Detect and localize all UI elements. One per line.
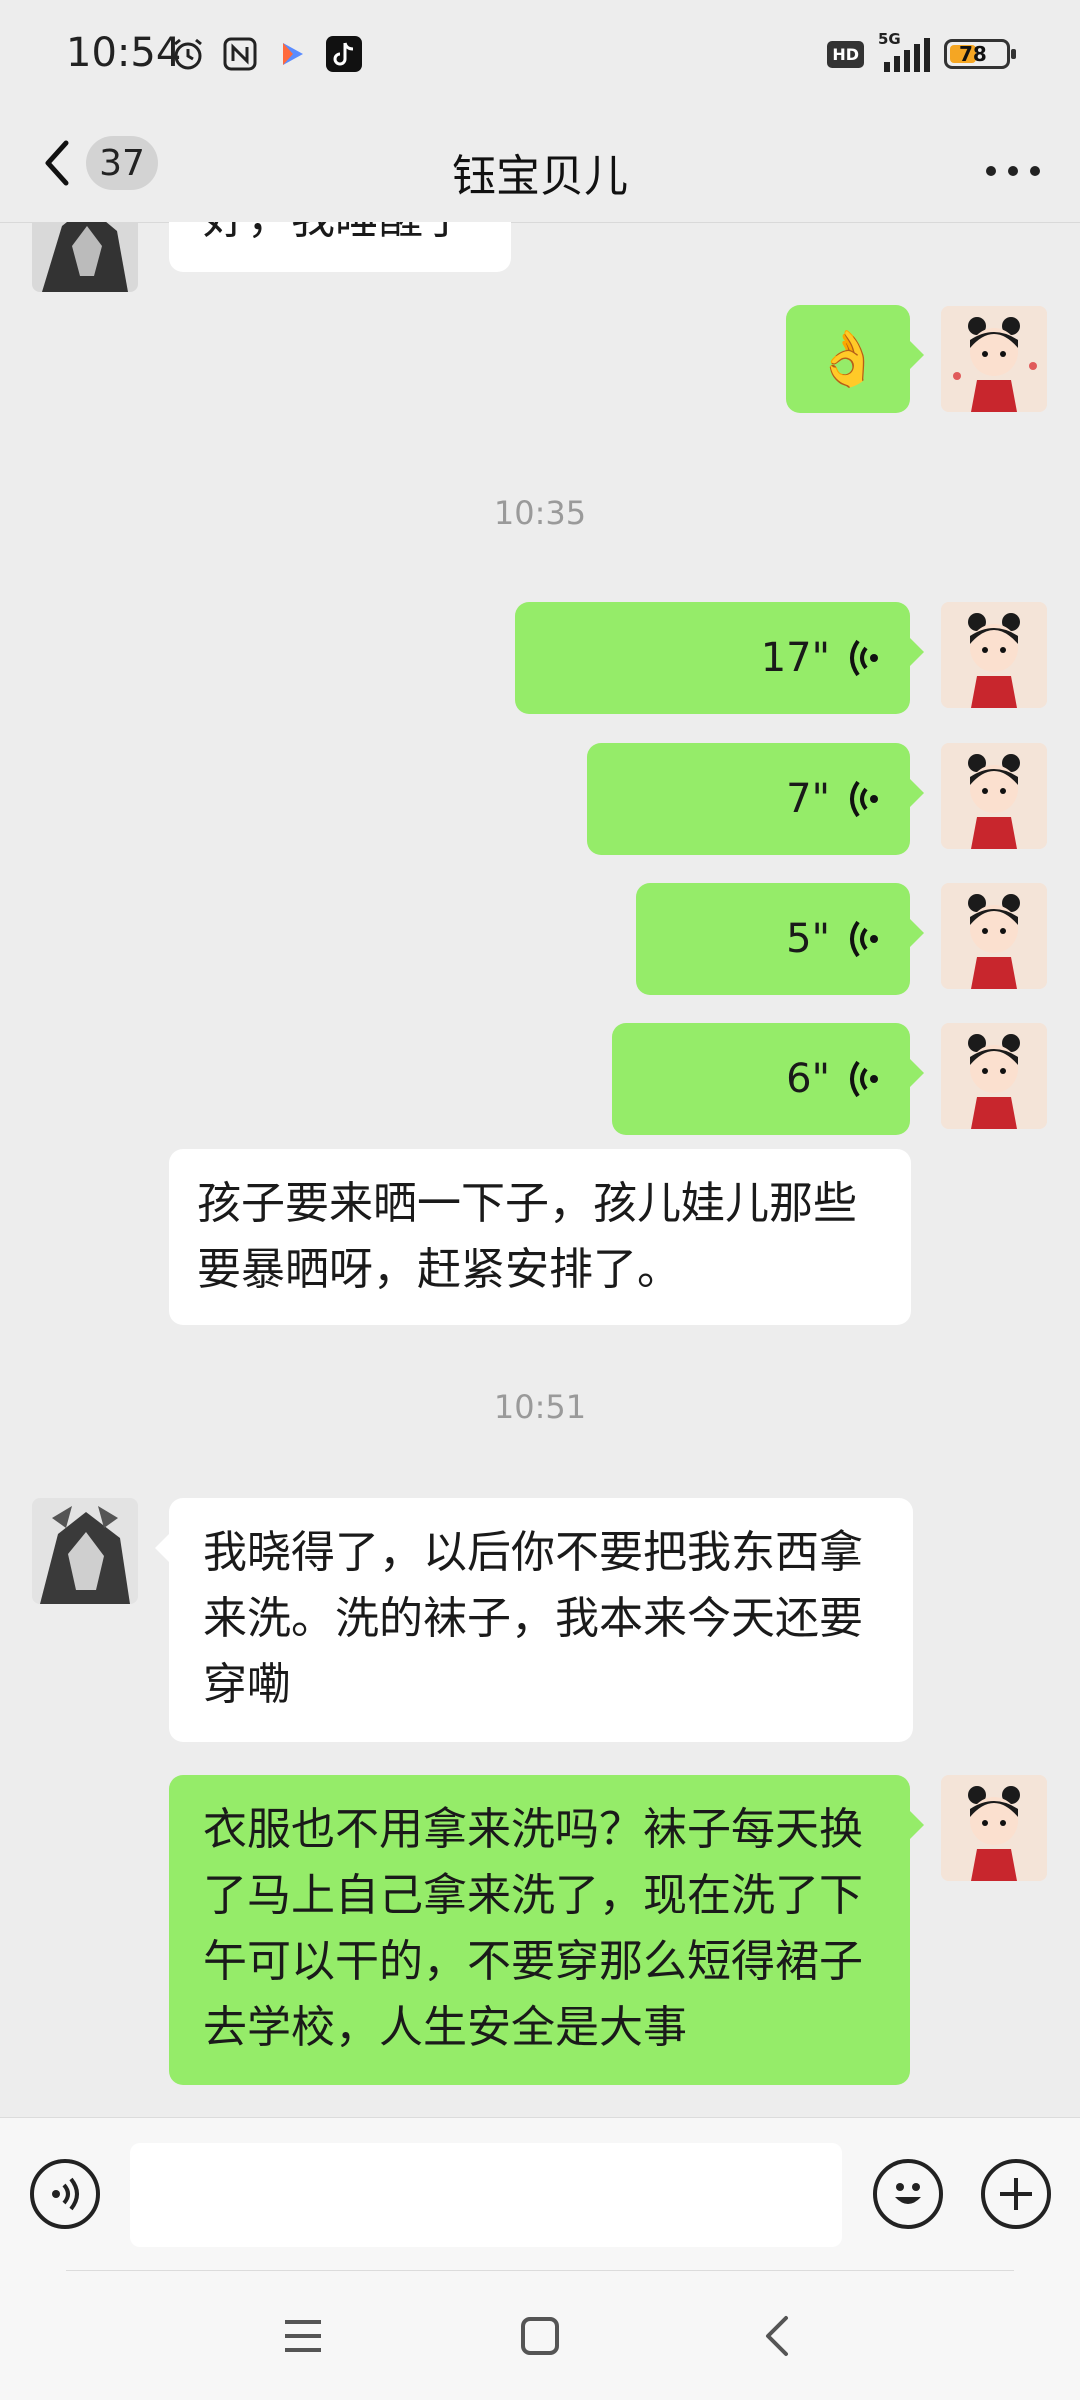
status-bar: 10:54 HD 5G 78 (0, 0, 1080, 116)
more-dot-icon (986, 166, 996, 176)
network-type: 5G (878, 30, 901, 48)
plus-icon (1000, 2178, 1032, 2210)
message-bubble-incoming[interactable]: 孩子要来晒一下子，孩儿娃儿那些要暴晒呀，赶紧安排了。 (169, 1149, 911, 1325)
voice-message-bubble[interactable]: 5" (636, 883, 924, 995)
back-arrow-icon (766, 2316, 788, 2356)
message-bubble-incoming[interactable]: 我晓得了，以后你不要把我东西拿来洗。洗的袜子，我本来今天还要穿嘞 (155, 1498, 913, 1742)
status-right-group: HD 5G 78 (827, 30, 1016, 72)
my-avatar[interactable] (941, 1775, 1047, 1881)
voice-duration: 17" (760, 635, 830, 681)
signal-icon: 5G (878, 30, 930, 72)
more-dot-icon (1008, 166, 1018, 176)
tiktok-icon (326, 36, 362, 72)
system-nav-bar (0, 2271, 1080, 2400)
voice-duration: 6" (786, 1056, 830, 1102)
input-bar (0, 2117, 1080, 2271)
contact-avatar[interactable] (32, 1498, 138, 1604)
chat-header: 37 钰宝贝儿 (0, 116, 1080, 223)
my-avatar[interactable] (941, 306, 1047, 412)
battery-level: 78 (959, 42, 987, 66)
voice-input-button[interactable] (30, 2159, 100, 2229)
nfc-icon (222, 36, 258, 72)
voice-wave-icon (850, 780, 878, 818)
smiley-icon (895, 2183, 921, 2204)
my-avatar[interactable] (941, 883, 1047, 989)
voice-message-bubble[interactable]: 6" (612, 1023, 924, 1135)
timestamp: 10:51 (493, 1388, 587, 1426)
voice-message-bubble[interactable]: 7" (587, 743, 924, 855)
voice-wave-icon (850, 1060, 878, 1098)
ok-hand-emoji: 👌 (814, 327, 882, 390)
my-avatar[interactable] (941, 602, 1047, 708)
more-functions-button[interactable] (981, 2159, 1051, 2229)
timestamp: 10:35 (493, 494, 587, 532)
status-time: 10:54 (66, 30, 182, 76)
voice-wave-icon (850, 920, 878, 958)
battery-icon: 78 (944, 39, 1016, 69)
my-avatar[interactable] (941, 743, 1047, 849)
chat-title: 钰宝贝儿 (452, 151, 628, 202)
status-app-icons (170, 36, 362, 72)
hd-badge: HD (827, 40, 864, 68)
home-square-icon (521, 2317, 559, 2355)
chat-area[interactable]: 好，我睡醒了 👌 10:35 17" 7" 5" 6" (0, 222, 1080, 2117)
message-text: 衣服也不用拿来洗吗？袜子每天换了马上自己拿来洗了，现在洗了下午可以干的，不要穿那… (203, 1804, 863, 2053)
voice-wave-icon (52, 2177, 79, 2211)
emoji-button[interactable] (873, 2159, 943, 2229)
voice-message-bubble[interactable]: 17" (515, 602, 924, 714)
video-app-icon (274, 36, 310, 72)
more-dot-icon (1030, 166, 1040, 176)
message-bubble-outgoing[interactable]: 衣服也不用拿来洗吗？袜子每天换了马上自己拿来洗了，现在洗了下午可以干的，不要穿那… (169, 1775, 924, 2085)
message-text: 我晓得了，以后你不要把我东西拿来洗。洗的袜子，我本来今天还要穿嘞 (203, 1527, 863, 1710)
menu-button[interactable] (278, 2311, 328, 2361)
more-options-button[interactable] (986, 166, 1040, 176)
message-text: 好，我睡醒了 (203, 222, 467, 244)
voice-wave-icon (850, 639, 878, 677)
alarm-icon (170, 36, 206, 72)
message-text: 孩子要来晒一下子，孩儿娃儿那些要暴晒呀，赶紧安排了。 (197, 1178, 857, 1295)
message-bubble-incoming[interactable]: 好，我睡醒了 (169, 222, 511, 272)
contact-avatar[interactable] (32, 222, 138, 292)
message-bubble-outgoing[interactable]: 👌 (786, 305, 924, 413)
home-button[interactable] (515, 2311, 565, 2361)
message-input[interactable] (130, 2143, 842, 2247)
back-nav-button[interactable] (752, 2311, 802, 2361)
voice-duration: 7" (786, 776, 830, 822)
menu-icon (285, 2320, 321, 2352)
voice-duration: 5" (786, 916, 830, 962)
my-avatar[interactable] (941, 1023, 1047, 1129)
